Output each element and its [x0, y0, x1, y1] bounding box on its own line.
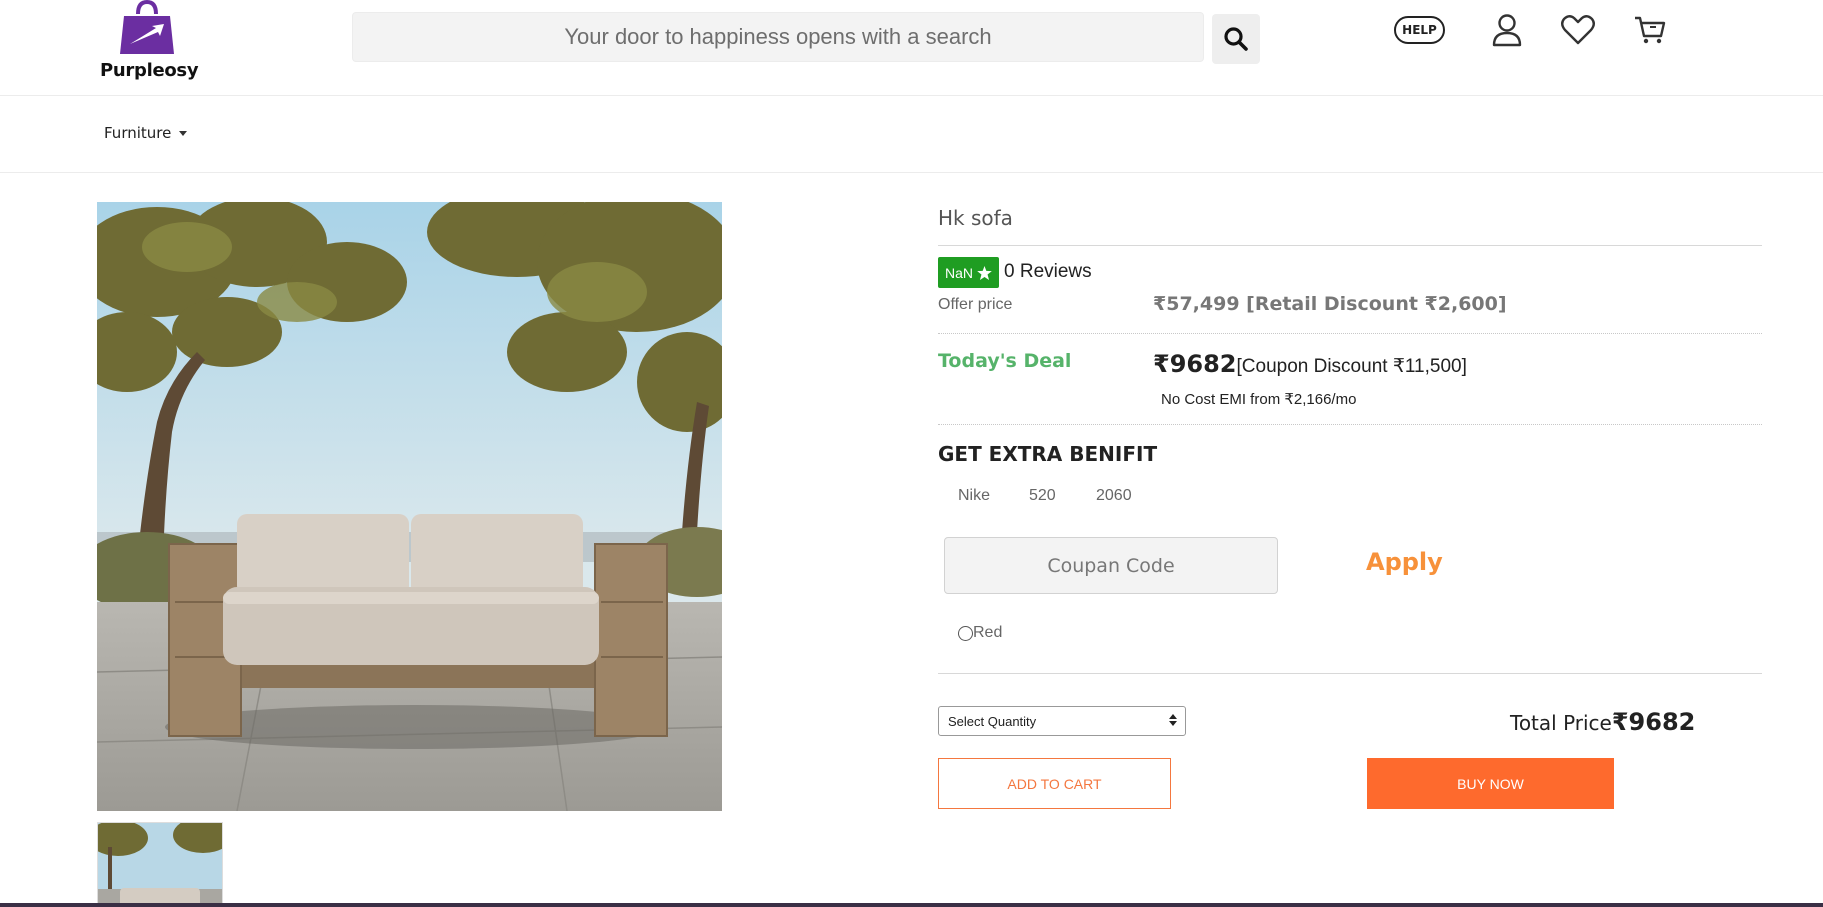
divider	[938, 424, 1762, 425]
star-icon	[977, 265, 992, 280]
total-price: Total Price ₹9682	[1510, 708, 1695, 736]
reviews-count[interactable]: 0 Reviews	[1004, 261, 1092, 283]
brand-logo[interactable]: Purpleosy	[100, 0, 199, 86]
radio-label: Red	[973, 624, 1003, 641]
apply-coupon-button[interactable]: Apply	[1366, 548, 1443, 576]
nav-dropdown-furniture[interactable]: Furniture	[104, 124, 188, 142]
coupon-discount: [Coupon Discount ₹11,500]	[1236, 356, 1467, 377]
rating-badge: NaN	[938, 257, 999, 288]
extra-benefit-title: GET EXTRA BENIFIT	[938, 442, 1158, 466]
deal-price-row: ₹ 9682 [Coupon Discount ₹11,500]	[1153, 350, 1467, 378]
product-thumbnail[interactable]	[97, 822, 223, 907]
buy-now-button[interactable]: BUY NOW	[1367, 758, 1614, 809]
divider	[938, 245, 1762, 246]
benefit-tag[interactable]: Nike	[958, 487, 990, 505]
quantity-select[interactable]: Select Quantity	[938, 706, 1186, 736]
color-option-red[interactable]: Red	[958, 624, 1002, 642]
account-button[interactable]	[1487, 10, 1527, 50]
rating-value: NaN	[944, 264, 973, 281]
todays-deal-label: Today's Deal	[938, 350, 1072, 372]
category-nav: Furniture	[0, 96, 1823, 173]
help-button[interactable]: HELP	[1394, 16, 1445, 44]
cart-button[interactable]	[1630, 10, 1670, 50]
caret-down-icon	[179, 130, 188, 136]
radio-button[interactable]	[958, 625, 973, 641]
deal-currency: ₹	[1153, 350, 1170, 378]
offer-price-value: ₹57,499 [Retail Discount ₹2,600]	[1153, 293, 1507, 315]
product-title: Hk sofa	[938, 206, 1013, 230]
cart-icon	[1635, 16, 1666, 44]
divider	[938, 673, 1762, 674]
brand-name: Purpleosy	[100, 60, 199, 81]
total-price-value: ₹9682	[1611, 708, 1696, 736]
benefit-tag[interactable]: 520	[1029, 487, 1056, 505]
search-input[interactable]	[352, 12, 1204, 62]
sofa-thumbnail-photo	[98, 823, 222, 906]
user-icon	[1492, 14, 1522, 47]
updown-arrows-icon	[1169, 714, 1177, 726]
heart-icon	[1561, 15, 1595, 45]
add-to-cart-button[interactable]: ADD TO CART	[938, 758, 1171, 809]
quantity-select-value: Select Quantity	[948, 713, 1037, 729]
offer-price-label: Offer price	[938, 296, 1013, 313]
divider	[938, 333, 1762, 334]
search-icon	[1224, 27, 1248, 51]
total-price-label: Total Price	[1510, 711, 1612, 735]
bottom-edge-bar	[0, 903, 1823, 907]
benefit-tag[interactable]: 2060	[1096, 487, 1132, 505]
nav-item-label: Furniture	[104, 124, 172, 142]
search-button[interactable]	[1212, 14, 1260, 64]
emi-info: No Cost EMI from ₹2,166/mo	[1161, 391, 1357, 408]
sofa-photo	[97, 202, 722, 811]
coupon-code-input[interactable]	[944, 537, 1278, 594]
deal-price: 9682	[1169, 350, 1237, 378]
shopping-bag-logo-icon	[120, 0, 174, 54]
product-main-image[interactable]	[97, 202, 722, 811]
wishlist-button[interactable]	[1558, 10, 1598, 50]
site-header: Purpleosy HELP	[0, 0, 1823, 96]
